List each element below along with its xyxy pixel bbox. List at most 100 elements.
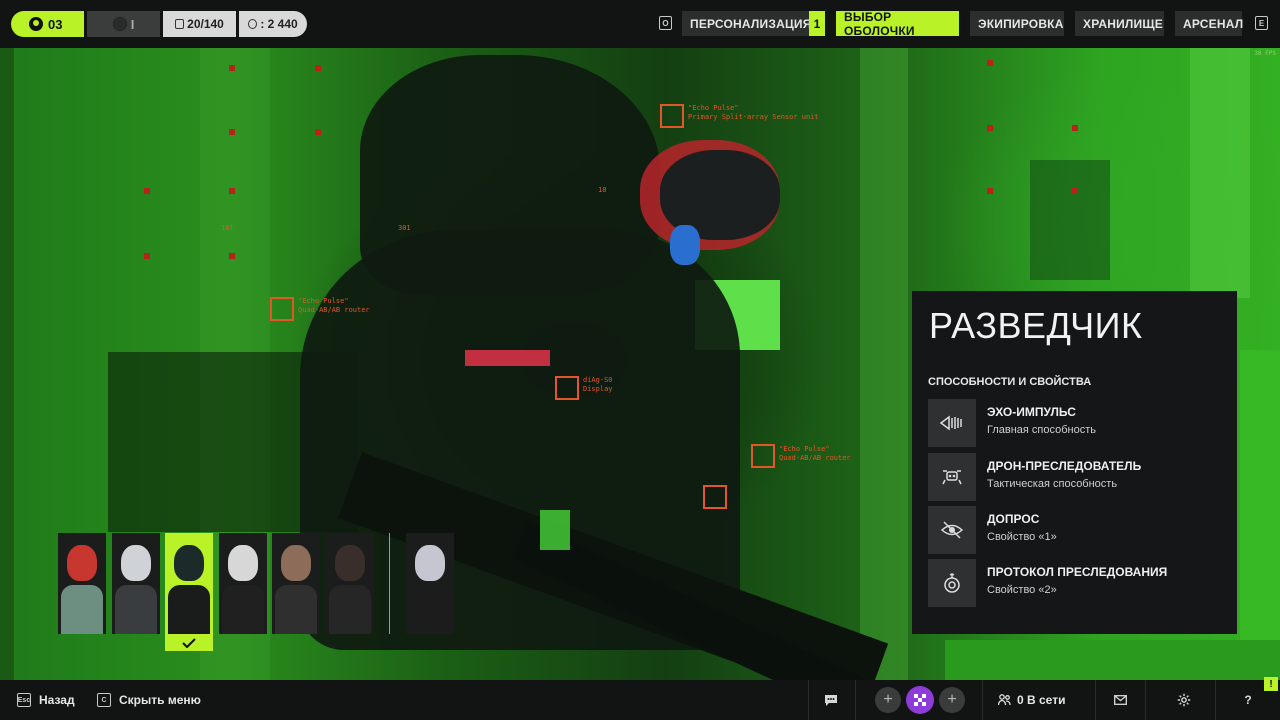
mail-icon[interactable] [1112,692,1128,708]
fps-counter: 38 FPS [1254,50,1276,57]
crossed-eye-icon [928,506,976,554]
portrait-torso [222,585,264,634]
player-level: 03 [48,16,63,32]
hud-label: "Echo Pulse" Quad-AB/AB router [779,445,851,462]
character-portrait-1[interactable] [58,533,106,634]
portrait-head [228,545,258,581]
rank-icon [112,17,127,31]
hud-label: 18 [598,186,607,194]
portrait-head [174,545,204,581]
portrait-head [121,545,151,581]
portrait-head [415,545,445,581]
portrait-torso [275,585,317,634]
personalization-notification-badge: 1 [809,11,825,36]
back-label: Назад [39,693,75,707]
sonar-pulse-icon [928,399,976,447]
portrait-torso [168,585,210,634]
ability-name: ДОПРОС [987,512,1040,526]
hud-label: 301 [398,224,411,232]
settings-gear-icon[interactable] [1176,692,1192,708]
help-icon[interactable]: ? [1240,692,1256,708]
level-icon [29,17,43,31]
tab-equipment[interactable]: ЭКИПИРОВКА [970,11,1064,36]
cells-icon [175,19,185,29]
ability-interrogation[interactable]: ДОПРОС Свойство «1» [928,506,1228,554]
roster-divider [389,533,390,634]
tab-label: АРСЕНАЛ [1183,16,1244,31]
currency-value: : 2 440 [260,17,298,31]
cells-counter[interactable]: 20/140 [163,11,236,37]
alert-notification-badge[interactable]: ! [1264,677,1278,691]
character-portrait-7[interactable] [406,533,454,634]
tab-shell-selection[interactable]: ВЫБОР ОБОЛОЧКИ [836,9,959,38]
tab-label: ВЫБОР ОБОЛОЧКИ [844,9,915,38]
portrait-torso [115,585,157,634]
friends-icon [998,694,1011,706]
tracker-icon [928,559,976,607]
c-key-hint: C [97,693,111,707]
drone-icon [928,453,976,501]
ability-pursuit-protocol[interactable]: ПРОТОКОЛ ПРЕСЛЕДОВАНИЯ Свойство «2» [928,559,1228,607]
class-title: РАЗВЕДЧИК [929,305,1143,346]
currency-counter[interactable]: : 2 440 [239,11,307,37]
tab-label: ХРАНИЛИЩЕ [1083,16,1163,31]
friends-online-button[interactable]: 0 В сети [998,680,1065,720]
hud-label: 101 [221,224,234,232]
rank-value: I [130,16,135,32]
hud-marker [660,104,684,128]
ability-name: ДРОН-ПРЕСЛЕДОВАТЕЛЬ [987,459,1142,473]
ability-name: ЭХО-ИМПУЛЬС [987,405,1076,419]
portrait-head [67,545,97,581]
back-button[interactable]: Esc Назад [17,680,75,720]
top-bar: 03 I 20/140 : 2 440 O ПЕРСОНАЛИЗАЦИЯ 1 В… [0,0,1280,48]
selected-checkmark-icon [165,634,213,651]
hide-menu-label: Скрыть меню [119,693,201,707]
ability-type: Тактическая способность [987,478,1118,490]
tab-arsenal[interactable]: АРСЕНАЛ [1175,11,1244,36]
chat-icon[interactable] [823,692,839,708]
online-count: 0 В сети [1017,693,1066,707]
currency-icon [248,19,258,29]
abilities-heading: СПОСОБНОСТИ И СВОЙСТВА [928,376,1092,388]
player-avatar[interactable] [906,686,934,714]
hud-marker [751,444,775,468]
rank-badge[interactable]: I [87,11,160,37]
class-info-panel: РАЗВЕДЧИК СПОСОБНОСТИ И СВОЙСТВА ЭХО-ИМП… [912,291,1237,634]
hud-marker [555,376,579,400]
hud-label: "Echo Pulse" Quad-AB/AB router [298,297,370,314]
tab-personalization[interactable]: ПЕРСОНАЛИЗАЦИЯ [682,11,812,36]
portrait-torso [61,585,103,634]
esc-key-hint: Esc [17,693,31,707]
ability-echo-pulse[interactable]: ЭХО-ИМПУЛЬС Главная способность [928,399,1228,447]
character-portrait-3[interactable] [165,533,213,634]
character-portrait-2[interactable] [112,533,160,634]
ability-type: Свойство «2» [987,584,1057,596]
hud-marker [703,485,727,509]
hud-label: diAg-S0 Display [583,376,613,393]
hud-marker [270,297,294,321]
bottom-bar: Esc Назад C Скрыть меню 0 В сети ? [0,680,1280,720]
ability-name: ПРОТОКОЛ ПРЕСЛЕДОВАНИЯ [987,565,1168,579]
add-party-member-button-left[interactable]: + [875,687,901,713]
ability-type: Свойство «1» [987,531,1057,543]
ability-tracker-drone[interactable]: ДРОН-ПРЕСЛЕДОВАТЕЛЬ Тактическая способно… [928,453,1228,501]
add-party-member-button-right[interactable]: + [939,687,965,713]
plus-icon: + [947,691,957,708]
ability-type: Главная способность [987,424,1097,436]
tab-label: ЭКИПИРОВКА [978,16,1064,31]
hud-label: "Echo Pulse" Primary Split-array Sensor … [688,104,819,121]
next-tab-key-hint: E [1255,16,1268,30]
portrait-torso [409,585,451,634]
character-portrait-4[interactable] [219,533,267,634]
character-portrait-5[interactable] [272,533,320,634]
player-level-badge[interactable]: 03 [11,11,84,37]
prev-tab-key-hint: O [659,16,672,30]
portrait-head [335,545,365,581]
tab-label: ПЕРСОНАЛИЗАЦИЯ [690,16,812,31]
tab-storage[interactable]: ХРАНИЛИЩЕ [1075,11,1164,36]
character-portrait-6[interactable] [326,533,374,634]
hide-menu-button[interactable]: C Скрыть меню [97,680,201,720]
portrait-torso [329,585,371,634]
portrait-head [281,545,311,581]
cells-value: 20/140 [187,17,224,31]
